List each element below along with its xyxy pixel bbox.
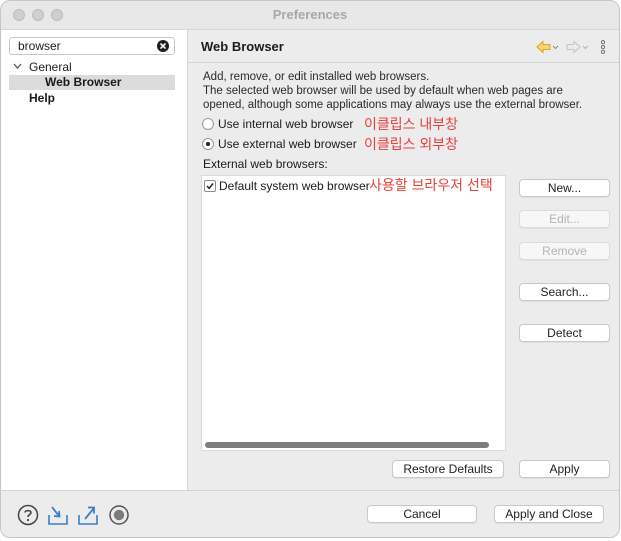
description-line: Add, remove, or edit installed web brows… bbox=[203, 71, 430, 83]
external-browsers-label: External web browsers: bbox=[203, 157, 328, 171]
page-description: Add, remove, or edit installed web brows… bbox=[203, 70, 613, 112]
browser-name[interactable]: Default system web browser bbox=[219, 179, 370, 193]
import-icon[interactable] bbox=[47, 504, 69, 526]
help-icon[interactable] bbox=[17, 504, 39, 526]
title-bar: Preferences bbox=[1, 1, 619, 30]
search-input[interactable]: browser bbox=[9, 37, 175, 55]
window-title: Preferences bbox=[272, 7, 348, 22]
tree-item-web-browser[interactable]: Web Browser bbox=[9, 75, 175, 90]
view-menu-icon[interactable] bbox=[599, 40, 607, 54]
back-arrow-icon[interactable] bbox=[536, 40, 560, 54]
horizontal-scrollbar[interactable] bbox=[205, 442, 489, 448]
cancel-button[interactable]: Cancel bbox=[367, 505, 477, 523]
footer-separator bbox=[1, 490, 619, 491]
search-clear-icon[interactable] bbox=[157, 40, 169, 52]
radio-internal-button[interactable] bbox=[202, 118, 214, 130]
apply-button[interactable]: Apply bbox=[519, 460, 610, 478]
new-button[interactable]: New... bbox=[519, 179, 610, 197]
preferences-window: Preferences browser General Web Browser … bbox=[0, 0, 620, 538]
annotation-browser-choice: 사용할 브라우저 선택 bbox=[369, 177, 493, 193]
apply-and-close-button[interactable]: Apply and Close bbox=[494, 505, 604, 523]
title-separator bbox=[188, 62, 619, 63]
description-line: opened, although some applications may a… bbox=[203, 99, 583, 111]
tree-item-help[interactable]: Help bbox=[29, 91, 55, 105]
browser-checkbox[interactable] bbox=[204, 180, 216, 192]
preference-page: Web Browser Add, remove, or edit install… bbox=[188, 30, 619, 490]
annotation-external: 이클립스 외부창 bbox=[364, 136, 459, 152]
record-icon[interactable] bbox=[108, 504, 130, 526]
export-icon[interactable] bbox=[77, 504, 99, 526]
radio-internal-label[interactable]: Use internal web browser bbox=[218, 117, 353, 131]
tree-item-general-label: General bbox=[29, 60, 72, 74]
restore-defaults-button[interactable]: Restore Defaults bbox=[392, 460, 504, 478]
forward-arrow-icon[interactable] bbox=[566, 40, 590, 54]
search-button[interactable]: Search... bbox=[519, 283, 610, 301]
radio-external-label[interactable]: Use external web browser bbox=[218, 137, 357, 151]
search-input-value[interactable]: browser bbox=[18, 39, 61, 53]
chevron-down-icon[interactable] bbox=[13, 63, 22, 70]
browser-list[interactable]: Default system web browser bbox=[201, 175, 506, 451]
tree-item-web-browser-label: Web Browser bbox=[45, 75, 122, 89]
radio-external-button[interactable] bbox=[202, 138, 214, 150]
preferences-sidebar: browser General Web Browser Help bbox=[1, 30, 188, 490]
page-title: Web Browser bbox=[201, 39, 284, 54]
detect-button[interactable]: Detect bbox=[519, 324, 610, 342]
edit-button[interactable]: Edit... bbox=[519, 210, 610, 228]
description-line: The selected web browser will be used by… bbox=[203, 85, 563, 97]
annotation-internal: 이클립스 내부창 bbox=[364, 116, 459, 132]
remove-button[interactable]: Remove bbox=[519, 242, 610, 260]
